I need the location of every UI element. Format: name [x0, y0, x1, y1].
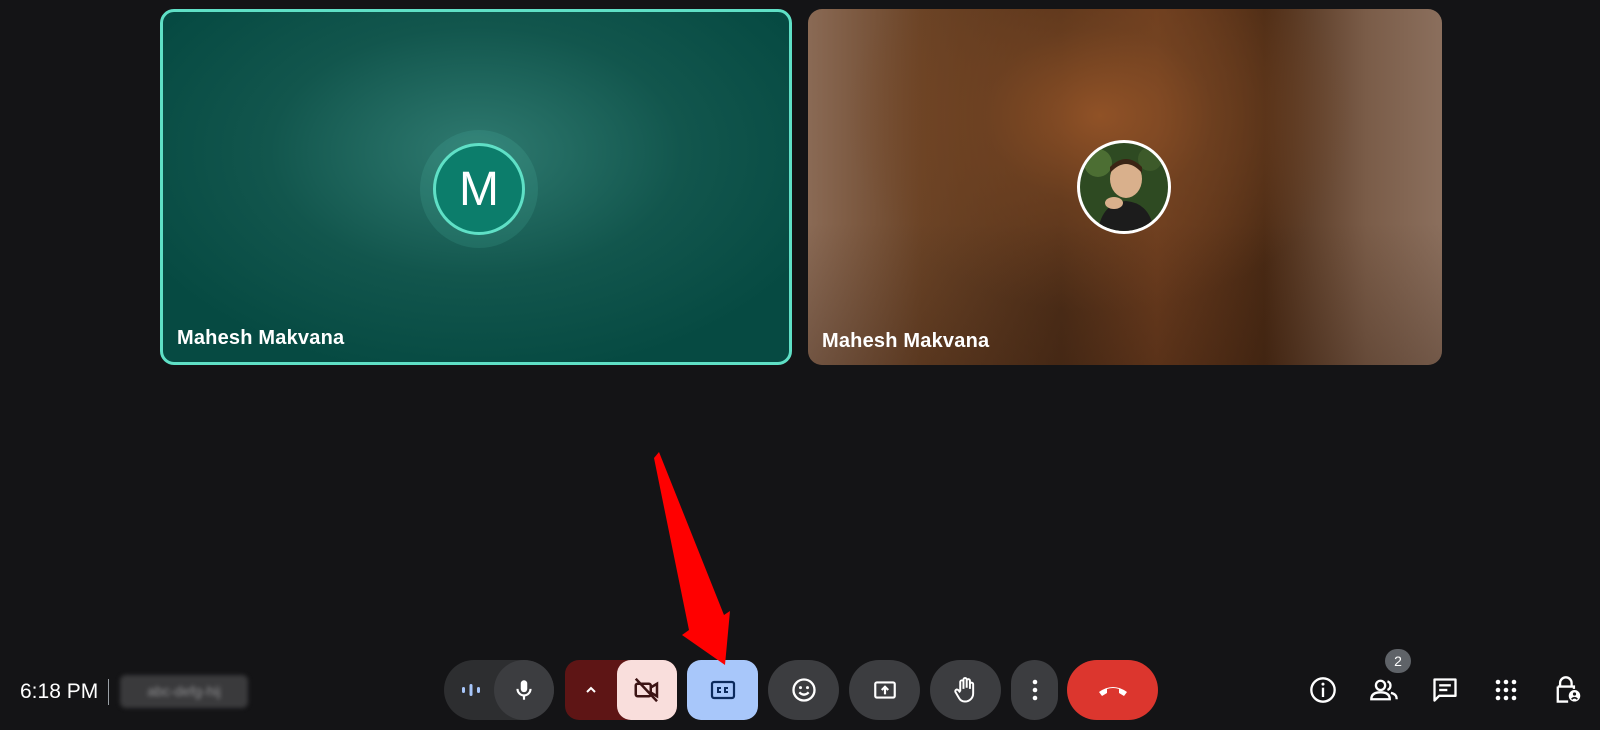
meeting-code: abc-defg-hij [120, 675, 248, 708]
host-controls-button[interactable] [1549, 672, 1585, 708]
microphone-icon [516, 680, 532, 700]
participant-tile[interactable]: M Mahesh Makvana [160, 9, 792, 365]
participant-name: Mahesh Makvana [177, 327, 345, 349]
closed-captions-icon [710, 680, 735, 700]
lock-person-icon [1556, 676, 1581, 703]
emoji-icon [791, 678, 816, 702]
end-call-button[interactable] [1067, 660, 1158, 720]
microphone-control [444, 660, 554, 720]
more-options-button[interactable] [1011, 660, 1058, 720]
camera-toggle-button[interactable] [617, 660, 677, 720]
audio-level-icon [458, 677, 484, 703]
participant-tile[interactable]: Mahesh Makvana [808, 9, 1442, 365]
divider [108, 679, 109, 705]
captions-button[interactable] [687, 660, 758, 720]
chevron-up-icon [586, 686, 596, 693]
avatar-photo-image [1080, 143, 1168, 231]
chat-icon [1433, 678, 1457, 702]
present-screen-icon [873, 681, 896, 699]
avatar: M [433, 143, 525, 235]
chat-button[interactable] [1427, 672, 1463, 708]
meeting-details-button[interactable] [1305, 672, 1341, 708]
camera-options-button[interactable] [565, 660, 617, 720]
participant-name: Mahesh Makvana [822, 330, 990, 352]
people-icon [1370, 679, 1398, 701]
present-screen-button[interactable] [849, 660, 920, 720]
reactions-button[interactable] [768, 660, 839, 720]
camera-off-icon [634, 677, 659, 703]
microphone-button[interactable] [494, 660, 554, 720]
avatar-speaking-halo: M [420, 130, 538, 248]
people-button[interactable] [1366, 672, 1402, 708]
more-vert-icon [1032, 679, 1037, 701]
camera-control [565, 660, 677, 720]
info-icon [1310, 677, 1336, 703]
end-call-icon [1098, 687, 1127, 696]
clock: 6:18 PM [20, 680, 99, 703]
avatar [1077, 140, 1171, 234]
participant-count-badge: 2 [1385, 649, 1411, 673]
apps-grid-icon [1495, 679, 1517, 701]
raise-hand-button[interactable] [930, 660, 1001, 720]
activities-button[interactable] [1488, 672, 1524, 708]
raise-hand-icon [953, 677, 974, 703]
